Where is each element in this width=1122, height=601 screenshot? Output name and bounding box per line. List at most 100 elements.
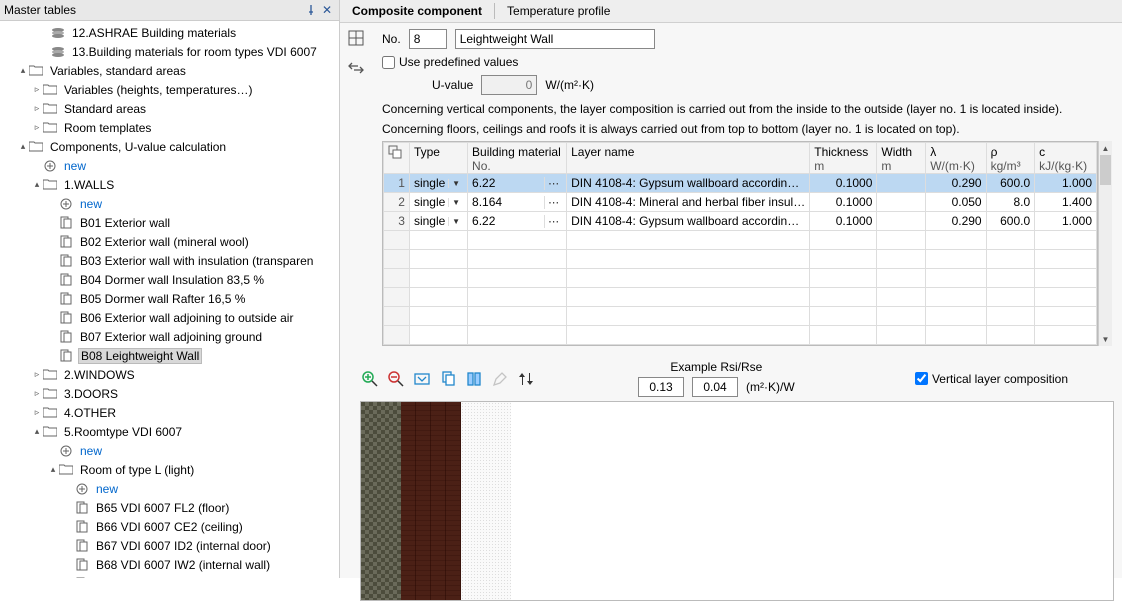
cell-building-material[interactable]: 6.22⋯ — [468, 212, 567, 231]
tree-item[interactable]: ▹Standard areas — [0, 99, 339, 118]
predefined-checkbox[interactable]: Use predefined values — [382, 55, 518, 69]
tree-item[interactable]: ▴5.Roomtype VDI 6007 — [0, 422, 339, 441]
grid-scrollbar[interactable]: ▲ ▼ — [1098, 141, 1112, 346]
cell-rho[interactable]: 600.0 — [986, 174, 1035, 193]
name-input[interactable] — [455, 29, 655, 49]
edit-icon[interactable] — [490, 369, 510, 389]
expand-caret[interactable]: ▴ — [18, 65, 28, 76]
tree-item[interactable]: B04 Dormer wall Insulation 83,5 % — [0, 270, 339, 289]
col-header-lambda[interactable]: λW/(m·K) — [926, 143, 986, 174]
cell-width[interactable] — [877, 193, 926, 212]
tree-item[interactable]: new — [0, 156, 339, 175]
col-header-rho[interactable]: ρkg/m³ — [986, 143, 1035, 174]
toggle-grid-icon[interactable] — [345, 27, 367, 49]
lookup-icon[interactable]: ⋯ — [544, 215, 562, 228]
tree-item[interactable]: ▴Room of type L (light) — [0, 460, 339, 479]
tree-item[interactable]: B02 Exterior wall (mineral wool) — [0, 232, 339, 251]
col-header-building-material[interactable]: Building materialNo. — [468, 143, 567, 174]
layers-grid[interactable]: TypeBuilding materialNo.Layer nameThickn… — [382, 141, 1098, 346]
tree-item[interactable]: new — [0, 479, 339, 498]
cell-type[interactable]: single▼ — [409, 212, 467, 231]
tree-item[interactable]: ▹3.DOORS — [0, 384, 339, 403]
expand-caret[interactable]: ▴ — [32, 426, 42, 437]
tree-item[interactable]: new — [0, 194, 339, 213]
tree-item[interactable]: B66 VDI 6007 CE2 (ceiling) — [0, 517, 339, 536]
expand-caret[interactable]: ▴ — [18, 141, 28, 152]
tree-item[interactable]: 13.Building materials for room types VDI… — [0, 42, 339, 61]
copy-icon[interactable] — [438, 369, 458, 389]
col-header-c[interactable]: ckJ/(kg·K) — [1035, 143, 1097, 174]
no-input[interactable] — [409, 29, 447, 49]
cell-building-material[interactable]: 6.22⋯ — [468, 174, 567, 193]
cell-type[interactable]: single▼ — [409, 193, 467, 212]
col-header-type[interactable]: Type — [409, 143, 467, 174]
cell-layer-name[interactable]: DIN 4108-4: Gypsum wallboard accordin… — [567, 174, 810, 193]
rse-input[interactable] — [692, 377, 738, 397]
tree-item[interactable]: B07 Exterior wall adjoining ground — [0, 327, 339, 346]
tree-item[interactable]: B05 Dormer wall Rafter 16,5 % — [0, 289, 339, 308]
expand-caret[interactable]: ▹ — [32, 407, 42, 418]
col-header-width[interactable]: Widthm — [877, 143, 926, 174]
pin-icon[interactable] — [303, 2, 319, 18]
tree-item[interactable]: B65 VDI 6007 FL2 (floor) — [0, 498, 339, 517]
expand-caret[interactable]: ▹ — [32, 122, 42, 133]
tree-item[interactable]: ▹Variables (heights, temperatures…) — [0, 80, 339, 99]
tree-item[interactable]: B08 Leightweight Wall — [0, 346, 339, 365]
lookup-icon[interactable]: ⋯ — [544, 196, 562, 209]
columns-icon[interactable] — [464, 369, 484, 389]
cell-lambda[interactable]: 0.290 — [926, 212, 986, 231]
dropdown-arrow-icon[interactable]: ▼ — [448, 217, 463, 226]
cell-width[interactable] — [877, 212, 926, 231]
swap-icon[interactable] — [345, 57, 367, 79]
rsi-input[interactable] — [638, 377, 684, 397]
tree-item[interactable]: B06 Exterior wall adjoining to outside a… — [0, 308, 339, 327]
sort-icon[interactable] — [516, 369, 536, 389]
cell-lambda[interactable]: 0.290 — [926, 174, 986, 193]
zoom-out-icon[interactable] — [386, 369, 406, 389]
col-header-thickness[interactable]: Thicknessm — [810, 143, 877, 174]
tree-item[interactable]: ▹Room templates — [0, 118, 339, 137]
expand-caret[interactable]: ▴ — [32, 179, 42, 190]
col-header-layer-name[interactable]: Layer name — [567, 143, 810, 174]
lookup-icon[interactable]: ⋯ — [544, 177, 562, 190]
tree-item[interactable]: new — [0, 441, 339, 460]
tree-item[interactable]: ▴1.WALLS — [0, 175, 339, 194]
cell-layer-name[interactable]: DIN 4108-4: Gypsum wallboard accordin… — [567, 212, 810, 231]
cell-width[interactable] — [877, 174, 926, 193]
tree-item[interactable]: ▴Components, U-value calculation — [0, 137, 339, 156]
cell-c[interactable]: 1.400 — [1035, 193, 1097, 212]
expand-caret[interactable]: ▹ — [32, 84, 42, 95]
table-row-empty[interactable] — [384, 288, 1097, 307]
cell-rho[interactable]: 600.0 — [986, 212, 1035, 231]
expand-caret[interactable]: ▹ — [32, 369, 42, 380]
tree-item[interactable]: B67 VDI 6007 ID2 (internal door) — [0, 536, 339, 555]
cell-thickness[interactable]: 0.1000 — [810, 174, 877, 193]
cell-thickness[interactable]: 0.1000 — [810, 212, 877, 231]
tree-item[interactable]: ▹4.OTHER — [0, 403, 339, 422]
cell-building-material[interactable]: 8.164⋯ — [468, 193, 567, 212]
table-row-empty[interactable] — [384, 307, 1097, 326]
vertical-layer-checkbox[interactable]: Vertical layer composition — [915, 372, 1068, 386]
tree-view[interactable]: 12.ASHRAE Building materials13.Building … — [0, 21, 339, 578]
tab-composite-component[interactable]: Composite component — [340, 0, 494, 22]
cell-thickness[interactable]: 0.1000 — [810, 193, 877, 212]
cell-rho[interactable]: 8.0 — [986, 193, 1035, 212]
tree-item[interactable]: B68 VDI 6007 IW2 (internal wall) — [0, 555, 339, 574]
tree-item[interactable]: B01 Exterior wall — [0, 213, 339, 232]
tree-item[interactable]: B69 VDI 6007 EW2 (external wall) — [0, 574, 339, 578]
expand-caret[interactable]: ▴ — [48, 464, 58, 475]
cell-type[interactable]: single▼ — [409, 174, 467, 193]
expand-caret[interactable]: ▹ — [32, 388, 42, 399]
table-row-empty[interactable] — [384, 231, 1097, 250]
table-row-empty[interactable] — [384, 269, 1097, 288]
tab-temperature-profile[interactable]: Temperature profile — [495, 0, 622, 22]
tree-item[interactable]: ▴Variables, standard areas — [0, 61, 339, 80]
tree-item[interactable]: ▹2.WINDOWS — [0, 365, 339, 384]
table-row-empty[interactable] — [384, 326, 1097, 345]
expand-caret[interactable]: ▹ — [32, 103, 42, 114]
dropdown-arrow-icon[interactable]: ▼ — [448, 198, 463, 207]
cell-c[interactable]: 1.000 — [1035, 174, 1097, 193]
dropdown-arrow-icon[interactable]: ▼ — [448, 179, 463, 188]
tree-item[interactable]: 12.ASHRAE Building materials — [0, 23, 339, 42]
table-row[interactable]: 1single▼6.22⋯DIN 4108-4: Gypsum wallboar… — [384, 174, 1097, 193]
